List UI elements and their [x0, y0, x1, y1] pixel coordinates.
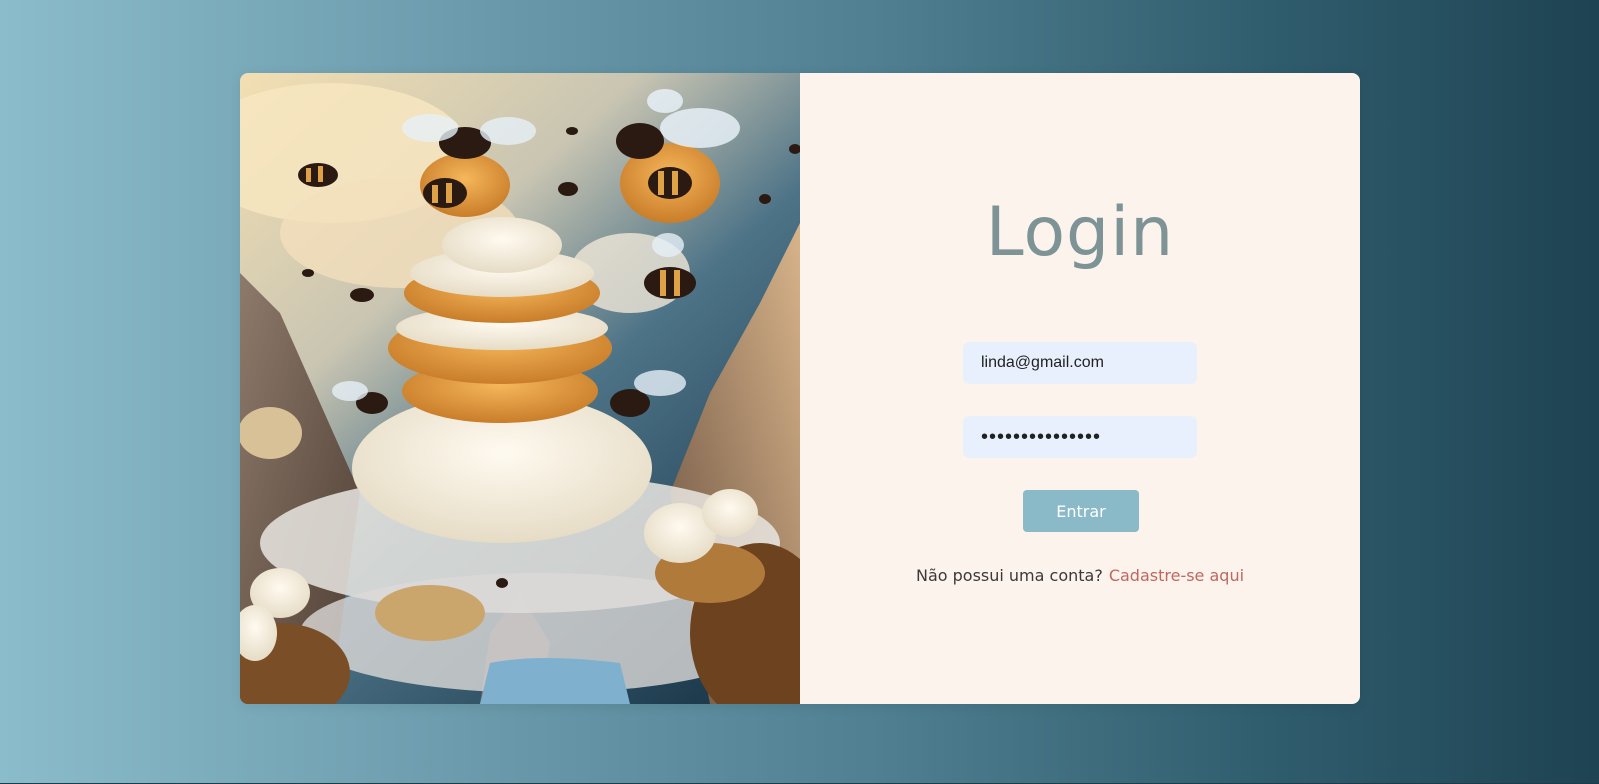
signup-row: Não possui uma conta? Cadastre-se aqui	[800, 566, 1360, 585]
email-field[interactable]	[963, 342, 1197, 384]
login-panel: Login Entrar Não possui uma conta? Cadast…	[800, 73, 1360, 704]
signup-link[interactable]: Cadastre-se aqui	[1109, 566, 1244, 585]
hero-illustration	[240, 73, 800, 704]
login-card: Login Entrar Não possui uma conta? Cadast…	[240, 73, 1360, 704]
signup-prompt: Não possui uma conta?	[915, 566, 1103, 585]
password-field[interactable]	[963, 416, 1197, 458]
page-title: Login	[985, 193, 1175, 272]
submit-button[interactable]: Entrar	[1023, 490, 1139, 532]
